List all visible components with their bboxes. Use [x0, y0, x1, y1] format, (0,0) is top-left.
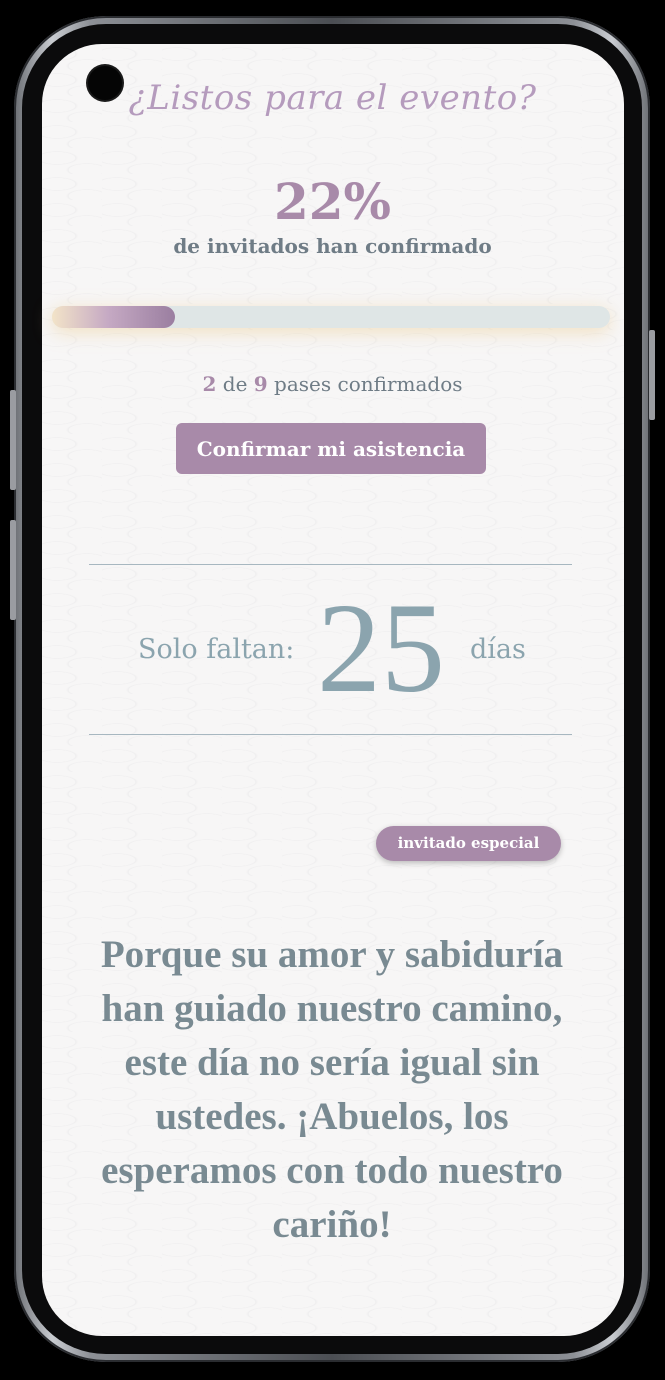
volume-up-button	[10, 390, 16, 490]
countdown-bottom-divider	[89, 734, 572, 735]
confirmation-progress-bar	[52, 306, 610, 328]
countdown-days-number: 25	[317, 577, 445, 719]
confirm-attendance-button[interactable]: Confirmar mi asistencia	[176, 423, 486, 474]
special-guest-badge: invitado especial	[376, 826, 561, 861]
dedication-message: Porque su amor y sabiduría han guiado nu…	[100, 933, 564, 1246]
confirmation-percent: 22%	[273, 172, 392, 231]
countdown-top-divider	[89, 564, 572, 565]
passes-confirmed: 2 de 9 pases confirmados	[0, 372, 665, 396]
passes-suffix: pases confirmados	[267, 372, 463, 396]
confirmation-progress-fill	[52, 306, 175, 328]
passes-total-count: 9	[253, 372, 268, 396]
volume-down-button	[10, 520, 16, 620]
front-camera	[88, 66, 122, 100]
confirmation-percent-label: de invitados han confirmado	[173, 234, 492, 258]
passes-confirmed-count: 2	[202, 372, 217, 396]
countdown-label: Solo faltan:	[138, 634, 295, 665]
countdown-unit: días	[470, 634, 526, 665]
passes-separator: de	[216, 372, 254, 396]
